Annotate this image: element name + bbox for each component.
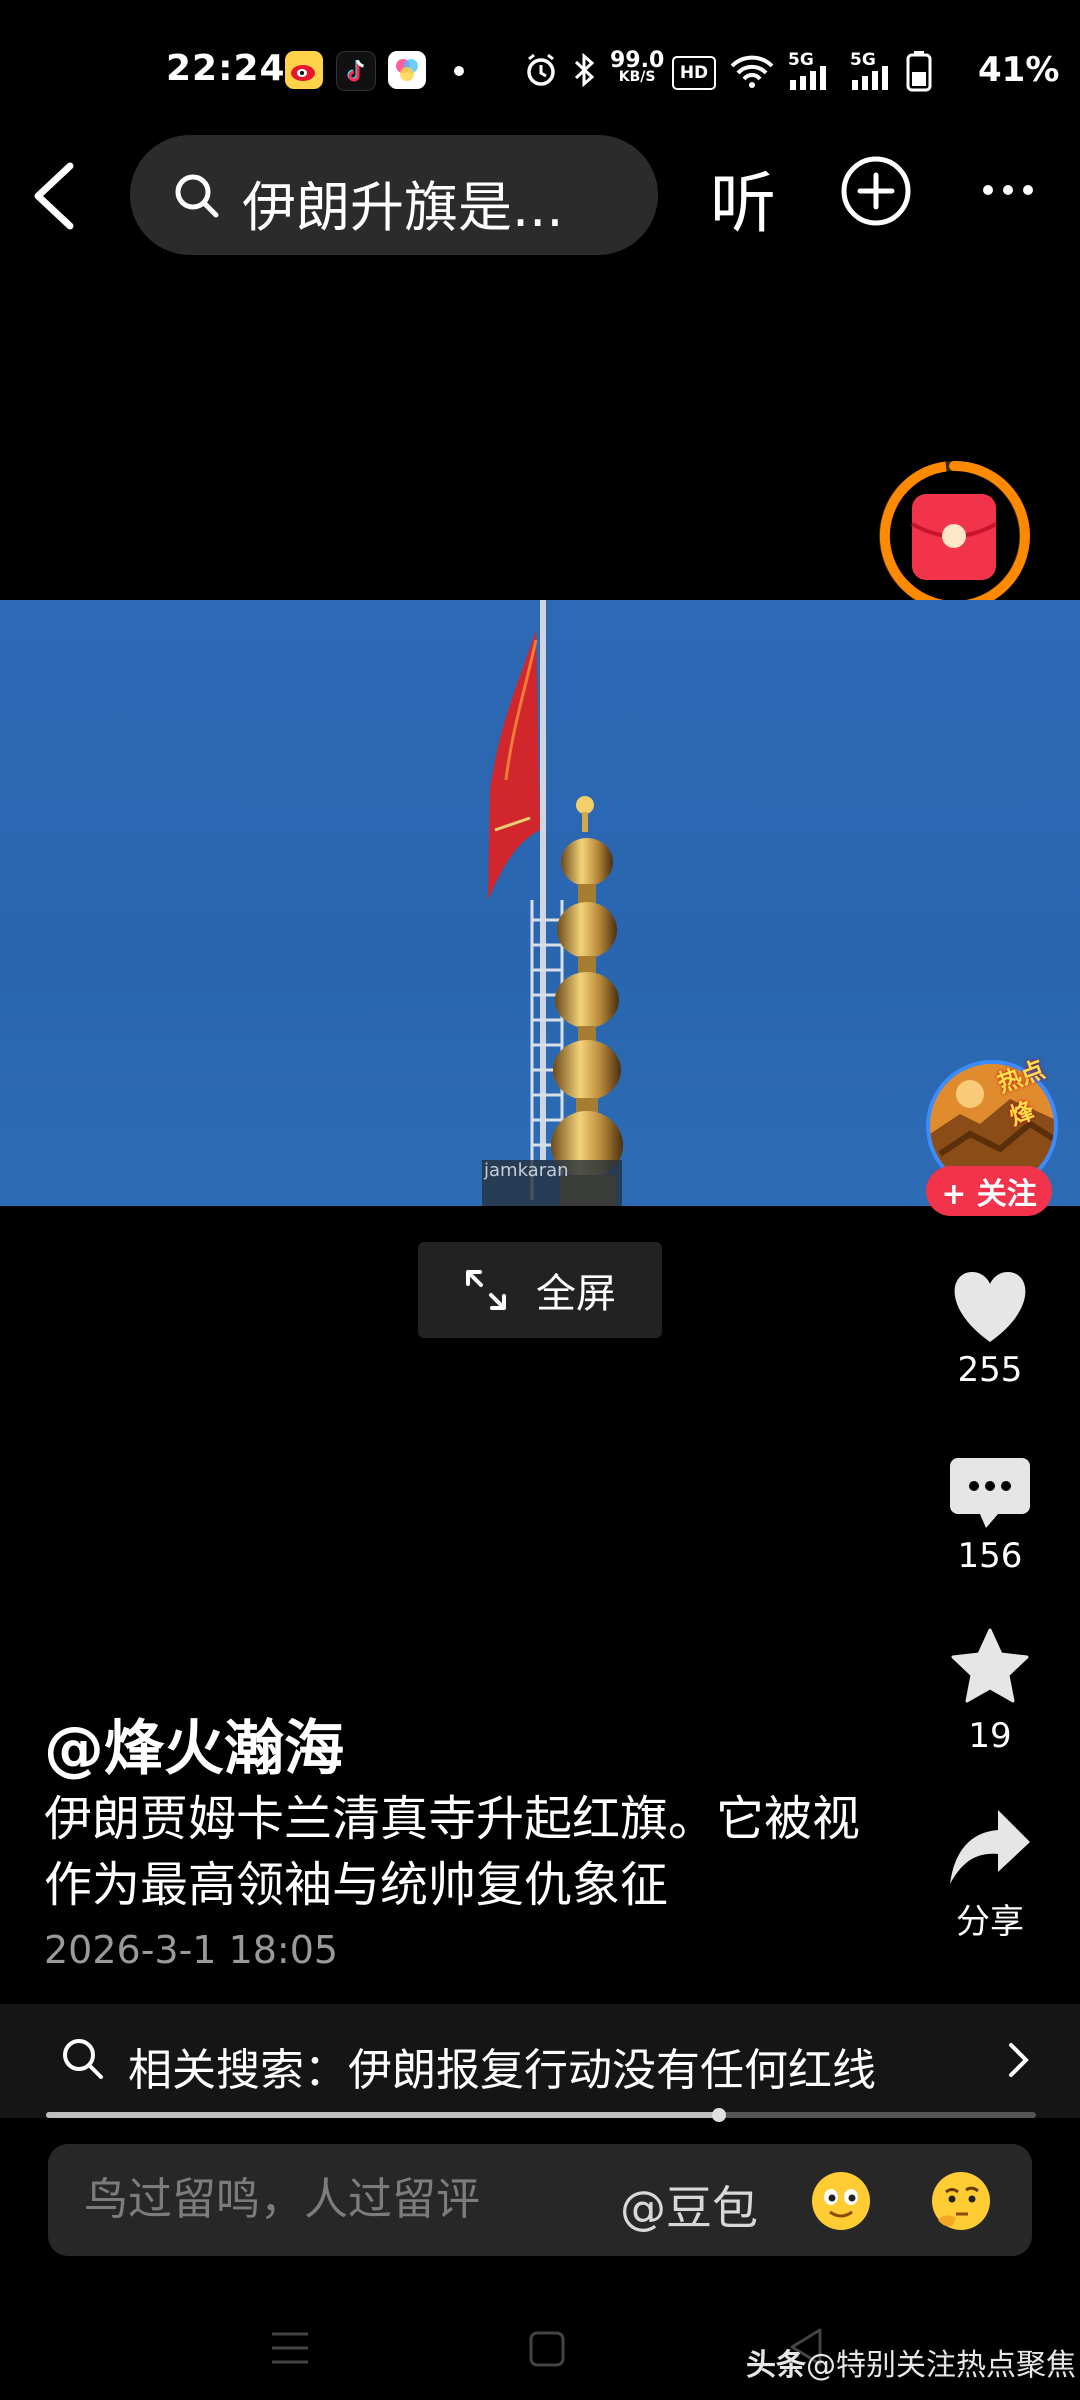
app-icon [388,51,426,89]
menu-icon[interactable] [270,2330,310,2366]
chevron-right-icon [1009,2043,1029,2077]
home-icon[interactable] [528,2330,566,2368]
watermark-account: @特别关注热点聚焦 [806,2348,1076,2383]
smile-emoji-icon[interactable] [810,2170,872,2232]
related-search-bar[interactable]: 相关搜索：伊朗报复行动没有任何红线 [0,2004,1080,2118]
more-icon[interactable] [980,180,1036,200]
search-icon [175,174,219,218]
author-name[interactable]: @烽火瀚海 [44,1700,344,1787]
video-watermark: jamkaran [484,1160,569,1181]
battery-percent: 41% [978,50,1060,90]
watermark-brand: 头条 [746,2348,806,2383]
comment-icon [950,1458,1030,1528]
share-icon [950,1810,1030,1884]
heart-icon [954,1272,1026,1342]
video-progress-bar[interactable] [46,2108,1036,2122]
follow-button[interactable]: + 关注 [926,1166,1052,1216]
signal-icon-2 [852,66,888,90]
battery-icon [906,51,932,92]
related-prefix: 相关搜索： [128,2045,348,2096]
notification-dot [454,66,464,76]
search-query: 伊朗升旗是... [242,176,564,239]
video-frame-image [482,600,623,1206]
fullscreen-button[interactable]: 全屏 [418,1242,662,1338]
like-count: 255 [957,1350,1023,1390]
search-bar[interactable]: 伊朗升旗是... [130,135,658,255]
mention-doubao-button[interactable]: @豆包 [620,2172,758,2238]
video-player[interactable]: jamkaran [0,600,1080,1206]
back-button[interactable] [30,160,80,232]
post-description: 伊朗贾姆卡兰清真寺升起红旗。它被视作为最高领袖与统帅复仇象征 [44,1791,861,1913]
footer-watermark: 头条@特别关注热点聚焦 [746,2340,1076,2384]
status-time: 22:24 [166,48,286,89]
share-label: 分享 [956,1902,1024,1942]
fullscreen-label: 全屏 [536,1271,616,1317]
comment-input[interactable] [84,2174,554,2225]
red-packet-icon[interactable] [876,458,1032,614]
related-search-text: 相关搜索：伊朗报复行动没有任何红线 [128,2034,876,2098]
comment-bar[interactable]: @豆包 [48,2144,1032,2256]
related-query: 伊朗报复行动没有任何红线 [348,2045,876,2096]
weibo-icon [285,51,323,89]
wifi-icon [730,55,774,88]
listen-button[interactable]: 听 [710,150,776,246]
hd-badge: HD [672,56,716,90]
post-date: 2026-3-1 18:05 [44,1928,339,1972]
net-speed: 99.0 KB/S [610,48,665,86]
thinking-emoji-icon[interactable] [930,2170,992,2232]
add-button[interactable] [840,155,912,227]
expand-icon [466,1270,506,1310]
progress-knob[interactable] [712,2108,727,2122]
comment-count: 156 [957,1536,1023,1576]
alarm-icon [527,53,555,86]
author-avatar-group[interactable]: 热点烽 + 关注 [920,1054,1060,1224]
signal-icon [790,66,826,90]
like-button[interactable]: 255 [930,1268,1050,1390]
bluetooth-icon [574,52,595,88]
status-bar: 22:24 99.0 KB/S HD 5G 5G 41% [0,0,1080,130]
share-button[interactable]: 分享 [930,1808,1050,1943]
douyin-icon [336,51,376,91]
search-icon [63,2039,103,2079]
favorite-button[interactable]: 19 [930,1626,1050,1756]
favorite-count: 19 [968,1716,1012,1756]
star-icon [951,1628,1029,1703]
progress-fill [46,2112,720,2118]
comment-button[interactable]: 156 [930,1456,1050,1576]
